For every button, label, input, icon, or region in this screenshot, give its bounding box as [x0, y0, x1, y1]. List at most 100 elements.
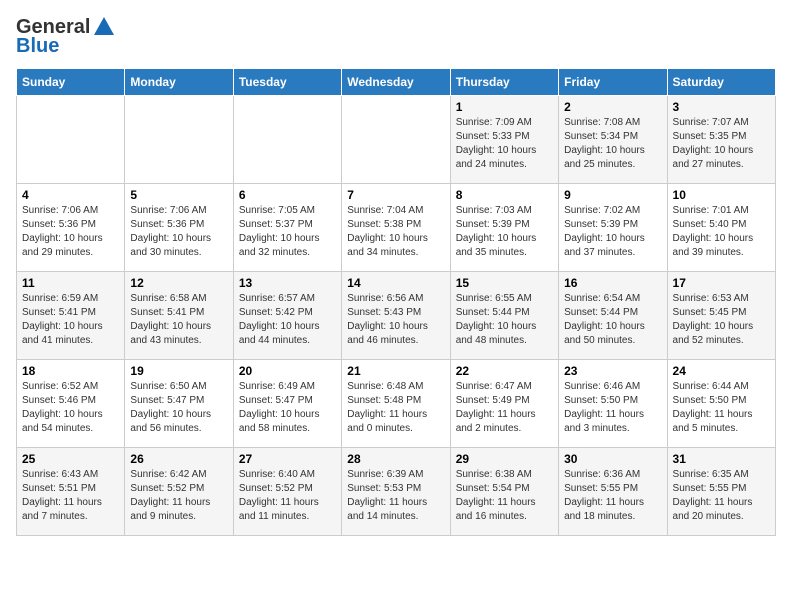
day-cell: 18Sunrise: 6:52 AM Sunset: 5:46 PM Dayli…: [17, 360, 125, 448]
day-number: 25: [22, 452, 119, 466]
day-detail: Sunrise: 6:56 AM Sunset: 5:43 PM Dayligh…: [347, 292, 444, 348]
day-detail: Sunrise: 7:01 AM Sunset: 5:40 PM Dayligh…: [673, 204, 770, 260]
day-detail: Sunrise: 6:47 AM Sunset: 5:49 PM Dayligh…: [456, 380, 553, 436]
day-number: 19: [130, 364, 227, 378]
day-number: 24: [673, 364, 770, 378]
day-cell: 22 Sunrise: 6:47 AM Sunset: 5:49 PM Dayli…: [450, 360, 558, 448]
header-friday: Friday: [559, 69, 667, 96]
day-cell: 30 Sunrise: 6:36 AM Sunset: 5:55 PM Dayli…: [559, 448, 667, 536]
day-detail: Sunrise: 6:39 AM Sunset: 5:53 PM Dayligh…: [347, 468, 444, 524]
week-row-3: 11 Sunrise: 6:59 AM Sunset: 5:41 PM Dayli…: [17, 272, 776, 360]
day-detail: Sunrise: 6:36 AM Sunset: 5:55 PM Dayligh…: [564, 468, 661, 524]
day-detail: Sunrise: 6:43 AM Sunset: 5:51 PM Dayligh…: [22, 468, 119, 524]
day-cell: 16 Sunrise: 6:54 AM Sunset: 5:44 PM Dayli…: [559, 272, 667, 360]
day-detail: Sunrise: 6:46 AM Sunset: 5:50 PM Dayligh…: [564, 380, 661, 436]
day-number: 1: [456, 100, 553, 114]
day-detail: Sunrise: 6:38 AM Sunset: 5:54 PM Dayligh…: [456, 468, 553, 524]
day-detail: Sunrise: 6:54 AM Sunset: 5:44 PM Dayligh…: [564, 292, 661, 348]
day-number: 20: [239, 364, 336, 378]
header-thursday: Thursday: [450, 69, 558, 96]
day-number: 27: [239, 452, 336, 466]
day-cell: 23 Sunrise: 6:46 AM Sunset: 5:50 PM Dayli…: [559, 360, 667, 448]
day-cell: 4 Sunrise: 7:06 AM Sunset: 5:36 PM Daylig…: [17, 184, 125, 272]
day-cell: 17 Sunrise: 6:53 AM Sunset: 5:45 PM Dayli…: [667, 272, 775, 360]
day-cell: 26Sunrise: 6:42 AM Sunset: 5:52 PM Dayli…: [125, 448, 233, 536]
day-cell: 24 Sunrise: 6:44 AM Sunset: 5:50 PM Dayli…: [667, 360, 775, 448]
day-number: 17: [673, 276, 770, 290]
day-detail: Sunrise: 7:06 AM Sunset: 5:36 PM Dayligh…: [22, 204, 119, 260]
day-cell: 13 Sunrise: 6:57 AM Sunset: 5:42 PM Dayli…: [233, 272, 341, 360]
week-row-2: 4 Sunrise: 7:06 AM Sunset: 5:36 PM Daylig…: [17, 184, 776, 272]
day-cell: 9Sunrise: 7:02 AM Sunset: 5:39 PM Daylig…: [559, 184, 667, 272]
day-cell: 29 Sunrise: 6:38 AM Sunset: 5:54 PM Dayli…: [450, 448, 558, 536]
day-detail: Sunrise: 6:44 AM Sunset: 5:50 PM Dayligh…: [673, 380, 770, 436]
logo: General Blue: [16, 16, 114, 58]
day-detail: Sunrise: 6:58 AM Sunset: 5:41 PM Dayligh…: [130, 292, 227, 348]
day-number: 13: [239, 276, 336, 290]
day-number: 14: [347, 276, 444, 290]
day-cell: 5Sunrise: 7:06 AM Sunset: 5:36 PM Daylig…: [125, 184, 233, 272]
day-detail: Sunrise: 6:55 AM Sunset: 5:44 PM Dayligh…: [456, 292, 553, 348]
day-number: 23: [564, 364, 661, 378]
day-detail: Sunrise: 7:09 AM Sunset: 5:33 PM Dayligh…: [456, 116, 553, 172]
day-cell: [125, 96, 233, 184]
day-cell: 28Sunrise: 6:39 AM Sunset: 5:53 PM Dayli…: [342, 448, 450, 536]
day-cell: [342, 96, 450, 184]
day-detail: Sunrise: 6:49 AM Sunset: 5:47 PM Dayligh…: [239, 380, 336, 436]
day-number: 7: [347, 188, 444, 202]
day-number: 29: [456, 452, 553, 466]
day-cell: 25 Sunrise: 6:43 AM Sunset: 5:51 PM Dayli…: [17, 448, 125, 536]
day-cell: 19 Sunrise: 6:50 AM Sunset: 5:47 PM Dayli…: [125, 360, 233, 448]
day-detail: Sunrise: 7:05 AM Sunset: 5:37 PM Dayligh…: [239, 204, 336, 260]
day-cell: 7 Sunrise: 7:04 AM Sunset: 5:38 PM Daylig…: [342, 184, 450, 272]
calendar-header-row: SundayMondayTuesdayWednesdayThursdayFrid…: [17, 69, 776, 96]
day-detail: Sunrise: 7:08 AM Sunset: 5:34 PM Dayligh…: [564, 116, 661, 172]
day-number: 5: [130, 188, 227, 202]
day-detail: Sunrise: 6:42 AM Sunset: 5:52 PM Dayligh…: [130, 468, 227, 524]
day-detail: Sunrise: 6:53 AM Sunset: 5:45 PM Dayligh…: [673, 292, 770, 348]
day-cell: 1 Sunrise: 7:09 AM Sunset: 5:33 PM Daylig…: [450, 96, 558, 184]
day-detail: Sunrise: 6:35 AM Sunset: 5:55 PM Dayligh…: [673, 468, 770, 524]
logo-blue-text: Blue: [16, 35, 59, 58]
header-saturday: Saturday: [667, 69, 775, 96]
day-detail: Sunrise: 6:40 AM Sunset: 5:52 PM Dayligh…: [239, 468, 336, 524]
header-tuesday: Tuesday: [233, 69, 341, 96]
day-cell: [17, 96, 125, 184]
day-number: 8: [456, 188, 553, 202]
day-number: 6: [239, 188, 336, 202]
day-number: 4: [22, 188, 119, 202]
day-number: 31: [673, 452, 770, 466]
day-detail: Sunrise: 6:52 AM Sunset: 5:46 PM Dayligh…: [22, 380, 119, 436]
day-number: 16: [564, 276, 661, 290]
logo-triangle-icon: [94, 17, 114, 35]
page-header: General Blue: [16, 16, 776, 58]
day-number: 12: [130, 276, 227, 290]
day-number: 22: [456, 364, 553, 378]
day-detail: Sunrise: 6:50 AM Sunset: 5:47 PM Dayligh…: [130, 380, 227, 436]
day-cell: 10 Sunrise: 7:01 AM Sunset: 5:40 PM Dayli…: [667, 184, 775, 272]
day-cell: 8 Sunrise: 7:03 AM Sunset: 5:39 PM Daylig…: [450, 184, 558, 272]
day-cell: 15 Sunrise: 6:55 AM Sunset: 5:44 PM Dayli…: [450, 272, 558, 360]
day-number: 30: [564, 452, 661, 466]
day-number: 15: [456, 276, 553, 290]
day-detail: Sunrise: 7:02 AM Sunset: 5:39 PM Dayligh…: [564, 204, 661, 260]
day-detail: Sunrise: 7:04 AM Sunset: 5:38 PM Dayligh…: [347, 204, 444, 260]
day-cell: 27 Sunrise: 6:40 AM Sunset: 5:52 PM Dayli…: [233, 448, 341, 536]
week-row-1: 1 Sunrise: 7:09 AM Sunset: 5:33 PM Daylig…: [17, 96, 776, 184]
day-cell: 21 Sunrise: 6:48 AM Sunset: 5:48 PM Dayli…: [342, 360, 450, 448]
day-cell: 12 Sunrise: 6:58 AM Sunset: 5:41 PM Dayli…: [125, 272, 233, 360]
day-cell: 2Sunrise: 7:08 AM Sunset: 5:34 PM Daylig…: [559, 96, 667, 184]
header-wednesday: Wednesday: [342, 69, 450, 96]
day-cell: 31 Sunrise: 6:35 AM Sunset: 5:55 PM Dayli…: [667, 448, 775, 536]
day-number: 21: [347, 364, 444, 378]
day-detail: Sunrise: 6:48 AM Sunset: 5:48 PM Dayligh…: [347, 380, 444, 436]
day-cell: 20 Sunrise: 6:49 AM Sunset: 5:47 PM Dayli…: [233, 360, 341, 448]
day-cell: 14 Sunrise: 6:56 AM Sunset: 5:43 PM Dayli…: [342, 272, 450, 360]
day-number: 11: [22, 276, 119, 290]
week-row-5: 25 Sunrise: 6:43 AM Sunset: 5:51 PM Dayli…: [17, 448, 776, 536]
day-cell: 3Sunrise: 7:07 AM Sunset: 5:35 PM Daylig…: [667, 96, 775, 184]
day-number: 10: [673, 188, 770, 202]
day-detail: Sunrise: 6:57 AM Sunset: 5:42 PM Dayligh…: [239, 292, 336, 348]
day-detail: Sunrise: 6:59 AM Sunset: 5:41 PM Dayligh…: [22, 292, 119, 348]
day-detail: Sunrise: 7:03 AM Sunset: 5:39 PM Dayligh…: [456, 204, 553, 260]
